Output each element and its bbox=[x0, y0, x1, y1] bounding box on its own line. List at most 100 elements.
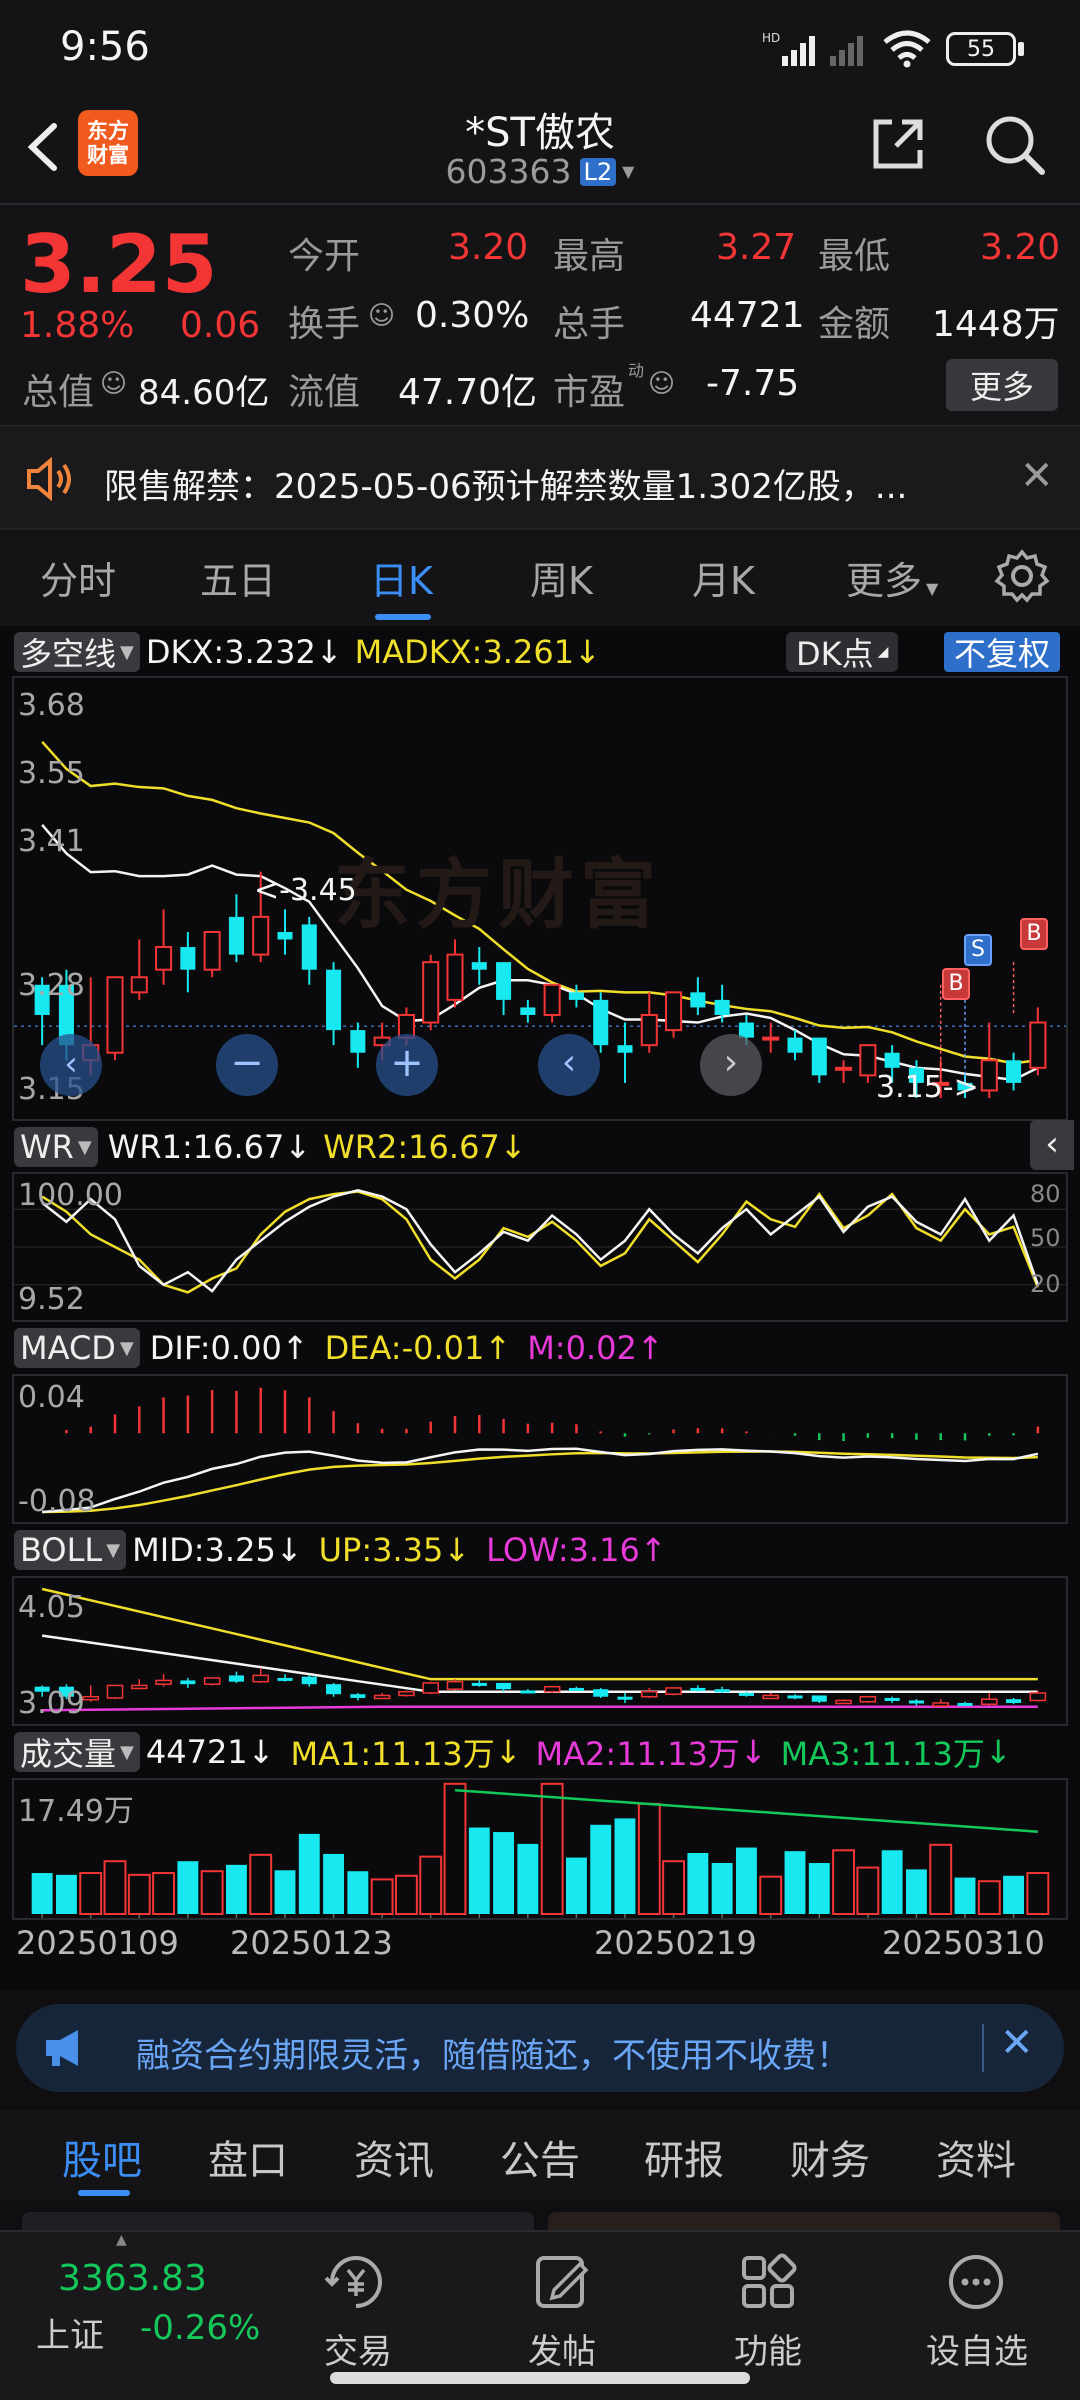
candle-body bbox=[155, 946, 173, 971]
candle-body bbox=[350, 1030, 366, 1053]
tab-guba[interactable]: 股吧 bbox=[62, 2128, 142, 2186]
nav-trade[interactable]: 交易 bbox=[324, 2324, 392, 2373]
boll-candle-body bbox=[543, 1685, 561, 1693]
info-circle-icon[interactable]: ☺ bbox=[100, 369, 127, 399]
index-value[interactable]: 3363.83 bbox=[58, 2258, 207, 2299]
chevron-down-icon[interactable]: ▼ bbox=[622, 162, 634, 181]
index-name[interactable]: 上证 bbox=[36, 2308, 104, 2357]
volume-bar bbox=[200, 1870, 224, 1915]
tab-monthly-k[interactable]: 月K bbox=[692, 550, 755, 605]
dk-point-button[interactable]: DK点 ◢ bbox=[786, 632, 899, 673]
nav-functions[interactable]: 功能 bbox=[734, 2324, 802, 2373]
settings-gear-icon[interactable] bbox=[994, 548, 1050, 604]
turnover-label: 换手 bbox=[288, 304, 361, 345]
macd-indicator-select[interactable]: MACD ▼ bbox=[14, 1328, 140, 1368]
stock-code: 603363 bbox=[445, 152, 572, 191]
boll-candle-body bbox=[277, 1677, 293, 1681]
kline-panel[interactable]: 东方财富 3.68 3.55 3.41 3.28 3.15 <-3.45 3.1… bbox=[12, 676, 1068, 1121]
tab-finance[interactable]: 财务 bbox=[790, 2128, 870, 2186]
volume-bar bbox=[977, 1880, 1001, 1915]
candle-body bbox=[471, 962, 487, 970]
kline-indicator-select[interactable]: 多空线 ▼ bbox=[14, 632, 140, 673]
macd-panel[interactable]: 0.04 -0.08 bbox=[12, 1374, 1068, 1524]
volume-bar bbox=[540, 1782, 564, 1915]
nav-add-watchlist[interactable]: 设自选 bbox=[926, 2324, 1028, 2373]
boll-candle-body bbox=[811, 1695, 827, 1702]
prev-button[interactable]: ‹ bbox=[538, 1034, 600, 1096]
tab-pankou[interactable]: 盘口 bbox=[208, 2128, 288, 2186]
boll-up-value: UP:3.35 bbox=[318, 1531, 444, 1569]
tab-daily-k[interactable]: 日K bbox=[370, 550, 433, 605]
scroll-left-button[interactable]: ‹ bbox=[40, 1034, 102, 1096]
buy-badge[interactable]: B bbox=[1020, 918, 1048, 950]
m-value: M:0.02 bbox=[527, 1329, 637, 1367]
next-button[interactable]: › bbox=[700, 1034, 762, 1096]
volume-bar bbox=[419, 1855, 443, 1915]
boll-candle-body bbox=[981, 1698, 998, 1705]
arrow-down-icon: ↓ bbox=[275, 1531, 303, 1569]
dif-value: DIF:0.00 bbox=[149, 1329, 282, 1367]
wr-indicator-select[interactable]: WR ▼ bbox=[14, 1127, 98, 1167]
search-icon[interactable] bbox=[982, 112, 1048, 178]
mktcap-label: 总值 bbox=[22, 372, 95, 413]
no-adjust-button[interactable]: 不复权 bbox=[944, 632, 1061, 673]
boll-panel[interactable]: 4.05 3.09 bbox=[12, 1576, 1068, 1726]
collapse-panel-button[interactable]: ‹ bbox=[1030, 1120, 1074, 1170]
compose-icon[interactable] bbox=[532, 2252, 592, 2312]
candle-body bbox=[130, 976, 148, 994]
tab-intraday[interactable]: 分时 bbox=[40, 550, 116, 605]
share-icon[interactable] bbox=[868, 114, 928, 174]
battery-level: 55 bbox=[967, 36, 995, 62]
back-button[interactable] bbox=[18, 112, 68, 182]
tab-research[interactable]: 研报 bbox=[644, 2128, 724, 2186]
close-icon[interactable]: ✕ bbox=[1020, 453, 1054, 499]
zoom-in-button[interactable]: + bbox=[376, 1034, 438, 1096]
lockup-notice[interactable]: 限售解禁：2025-05-06预计解禁数量1.302亿股，... ✕ bbox=[0, 425, 1080, 530]
volume-panel[interactable]: 17.49万 bbox=[12, 1778, 1068, 1920]
wr-panel[interactable]: 100.00 9.52 80 50 20 bbox=[12, 1172, 1068, 1322]
high-label: 最高 bbox=[553, 236, 626, 277]
close-icon[interactable]: ✕ bbox=[1000, 2020, 1034, 2066]
boll-candle-body bbox=[884, 1697, 900, 1701]
dk-point-label: DK点 bbox=[796, 635, 874, 673]
boll-candle-body bbox=[1006, 1699, 1022, 1703]
y-label: 3.55 bbox=[18, 756, 85, 791]
info-circle-icon[interactable]: ☺ bbox=[368, 301, 395, 331]
tab-weekly-k[interactable]: 周K bbox=[530, 550, 593, 605]
candle-body bbox=[617, 1045, 633, 1053]
volume-indicator-select[interactable]: 成交量 ▼ bbox=[14, 1732, 140, 1773]
boll-candle-body bbox=[859, 1695, 877, 1703]
volume-bar bbox=[79, 1872, 103, 1916]
boll-candle-body bbox=[398, 1690, 415, 1697]
boll-up-line bbox=[41, 1587, 1038, 1681]
margin-ad-banner[interactable]: 融资合约期限灵活，随借随还，不使用不收费！ ✕ bbox=[16, 2004, 1064, 2092]
candle-body bbox=[277, 931, 293, 940]
candle-body bbox=[884, 1052, 900, 1068]
info-circle-icon[interactable]: ☺ bbox=[648, 369, 675, 399]
dif-line bbox=[42, 1447, 1039, 1514]
volume-bar bbox=[443, 1782, 467, 1915]
zoom-out-button[interactable]: − bbox=[216, 1034, 278, 1096]
nav-post[interactable]: 发帖 bbox=[528, 2324, 596, 2373]
buy-badge[interactable]: B bbox=[942, 968, 970, 1000]
battery-icon: 55 bbox=[946, 32, 1016, 66]
amount-label: 金额 bbox=[818, 304, 891, 345]
tab-profile[interactable]: 资料 bbox=[936, 2128, 1016, 2186]
tab-announcements[interactable]: 公告 bbox=[500, 2128, 580, 2186]
tab-news[interactable]: 资讯 bbox=[354, 2128, 434, 2186]
tab-five-day[interactable]: 五日 bbox=[200, 550, 276, 605]
kline-indicator-bar: 多空线 ▼ DKX:3.232 ↓ MADKX:3.261 ↓ bbox=[0, 628, 1080, 676]
tab-more[interactable]: 更多 ▼ bbox=[846, 550, 938, 605]
wr1-line bbox=[41, 1189, 1040, 1293]
chevron-down-icon: ▼ bbox=[120, 641, 134, 663]
more-button[interactable]: 更多 bbox=[946, 359, 1058, 411]
more-dots-icon[interactable] bbox=[946, 2252, 1006, 2312]
wifi-icon bbox=[882, 28, 932, 68]
trade-icon[interactable] bbox=[322, 2252, 390, 2312]
sell-badge[interactable]: S bbox=[964, 934, 992, 966]
functions-icon[interactable] bbox=[738, 2252, 798, 2312]
volume-bar bbox=[493, 1832, 515, 1914]
volume-bar bbox=[127, 1873, 151, 1915]
boll-indicator-select[interactable]: BOLL ▼ bbox=[14, 1530, 127, 1570]
boll-candle-body bbox=[471, 1682, 487, 1686]
